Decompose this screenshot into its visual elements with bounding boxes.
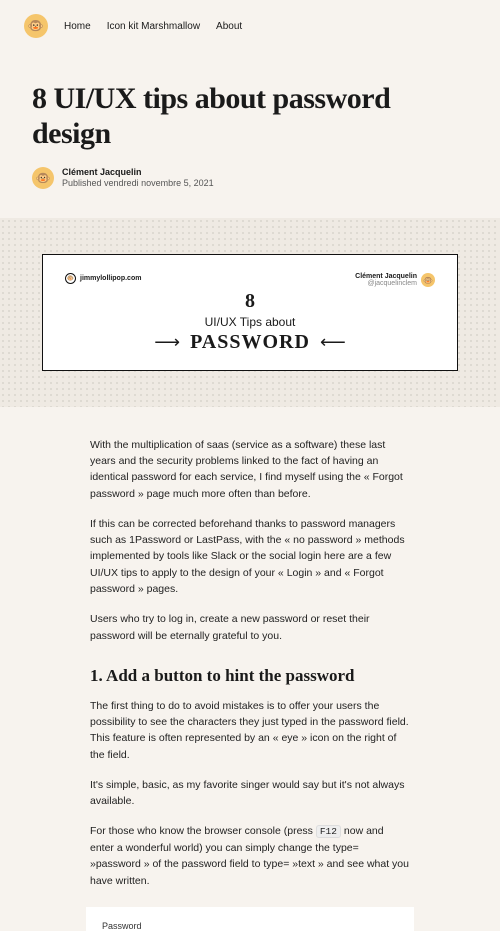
paragraph: Users who try to log in, create a new pa… — [90, 611, 410, 644]
hero-credit-avatar: 🐵 — [421, 273, 435, 287]
hero-site: 🐵 jimmylollipop.com — [65, 273, 141, 284]
arrow-left-icon: ⟵ — [320, 332, 346, 353]
paragraph: With the multiplication of saas (service… — [90, 437, 410, 502]
section-heading: 1. Add a button to hint the password — [90, 666, 410, 686]
password-label: Password — [102, 921, 398, 931]
hero-credit-handle: @jacquelinclem — [355, 280, 417, 288]
nav-link-about[interactable]: About — [216, 21, 242, 32]
hero-keyword: PASSWORD — [190, 331, 310, 354]
author-byline: 🐵 Clément Jacquelin Published vendredi n… — [32, 167, 468, 190]
hero-number: 8 — [65, 290, 435, 313]
site-logo[interactable]: 🐵 — [24, 14, 48, 38]
arrow-right-icon: ⟶ — [154, 332, 180, 353]
nav-link-iconkit[interactable]: Icon kit Marshmallow — [107, 21, 200, 32]
paragraph: It's simple, basic, as my favorite singe… — [90, 777, 410, 810]
article: 8 UI/UX tips about password design 🐵 Clé… — [0, 52, 500, 931]
nav-link-home[interactable]: Home — [64, 21, 91, 32]
paragraph: For those who know the browser console (… — [90, 823, 410, 889]
paragraph: If this can be corrected beforehand than… — [90, 516, 410, 597]
author-name[interactable]: Clément Jacquelin — [62, 167, 214, 178]
hero-credit-name: Clément Jacquelin — [355, 273, 417, 281]
hero-banner: 🐵 jimmylollipop.com Clément Jacquelin @j… — [0, 218, 500, 407]
article-body: With the multiplication of saas (service… — [32, 407, 468, 931]
hero-card: 🐵 jimmylollipop.com Clément Jacquelin @j… — [42, 254, 458, 371]
top-nav: 🐵 Home Icon kit Marshmallow About — [0, 0, 500, 52]
page-title: 8 UI/UX tips about password design — [32, 82, 468, 151]
password-example: Password — [86, 907, 414, 931]
author-avatar[interactable]: 🐵 — [32, 167, 54, 189]
hero-credit: Clément Jacquelin @jacquelinclem 🐵 — [355, 273, 435, 288]
keyboard-key: F12 — [316, 825, 341, 838]
hero-subtitle: UI/UX Tips about — [65, 315, 435, 329]
hero-site-icon: 🐵 — [65, 273, 76, 284]
paragraph: The first thing to do to avoid mistakes … — [90, 698, 410, 763]
publish-date: Published vendredi novembre 5, 2021 — [62, 178, 214, 189]
